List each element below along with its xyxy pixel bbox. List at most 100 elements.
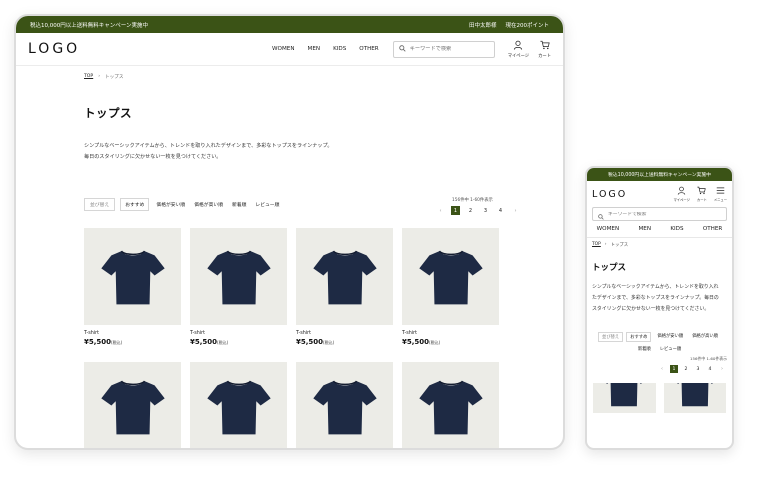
- mypage-button[interactable]: マイページ: [508, 40, 529, 59]
- mobile-pagination-page-1[interactable]: 1: [670, 365, 678, 374]
- nav-item-other[interactable]: OTHER: [359, 46, 378, 52]
- result-count: 156件中 1-60件表示: [452, 198, 493, 203]
- category-nav: WOMEN MEN KIDS OTHER: [272, 46, 379, 52]
- pagination-page-3[interactable]: 3: [481, 206, 490, 215]
- promo-bar: 税込10,000円以上送料無料キャンペーン実施中 田中太郎様 現在200ポイント: [16, 16, 563, 33]
- nav-item-women[interactable]: WOMEN: [272, 46, 294, 52]
- mobile-pagination: ‹ 1 2 3 4 ›: [587, 362, 732, 374]
- tshirt-image: [676, 383, 713, 407]
- search-icon: [598, 205, 604, 224]
- pagination-page-4[interactable]: 4: [496, 206, 505, 215]
- tshirt-image: [100, 380, 165, 435]
- breadcrumb-separator: ›: [98, 74, 101, 79]
- sort-option-newest[interactable]: 新着順: [230, 199, 248, 210]
- mobile-header: LOGO マイページ カート メニュー: [587, 181, 732, 207]
- product-image[interactable]: [402, 362, 499, 448]
- product-grid: T-shirt ¥5,500(税込) T-shirt ¥5,500(税込) T-…: [84, 228, 499, 346]
- mobile-result-count: 156件中 1-60件表示: [690, 356, 727, 362]
- tshirt-image: [312, 250, 377, 304]
- product-card[interactable]: T-shirt ¥5,500(税込): [84, 228, 181, 346]
- product-image[interactable]: [84, 362, 181, 448]
- product-name[interactable]: T-shirt: [402, 331, 499, 336]
- product-name[interactable]: T-shirt: [296, 331, 393, 336]
- tshirt-image: [418, 380, 483, 435]
- site-logo[interactable]: LOGO: [28, 41, 80, 57]
- mobile-breadcrumb: TOP › トップス: [587, 238, 732, 252]
- breadcrumb-current: トップス: [105, 75, 124, 80]
- mobile-pagination-prev-button[interactable]: ‹: [658, 365, 666, 373]
- product-card[interactable]: T-shirt ¥5,500(税込): [190, 228, 287, 346]
- product-image[interactable]: [190, 228, 287, 325]
- mobile-sort-option-price-desc[interactable]: 価格が高い順: [689, 332, 721, 342]
- mobile-pagination-next-button[interactable]: ›: [718, 365, 726, 373]
- mobile-sort-option-price-asc[interactable]: 価格が安い順: [654, 332, 686, 342]
- tax-note: (税込): [217, 340, 229, 345]
- tax-note: (税込): [111, 340, 123, 345]
- page-title: トップス: [84, 106, 132, 120]
- nav-item-men[interactable]: MEN: [308, 46, 321, 52]
- mobile-breadcrumb-top-link[interactable]: TOP: [592, 242, 601, 248]
- promo-text: 税込10,000円以上送料無料キャンペーン実施中: [30, 22, 148, 29]
- pagination-page-2[interactable]: 2: [466, 206, 475, 215]
- product-card[interactable]: T-shirt ¥5,500(税込): [296, 228, 393, 346]
- sort-label: 並び替え: [84, 198, 116, 211]
- product-image[interactable]: [84, 228, 181, 325]
- mobile-nav-item-women[interactable]: WOMEN: [597, 226, 619, 232]
- search-input[interactable]: [409, 46, 489, 52]
- mobile-pagination-page-2[interactable]: 2: [682, 365, 690, 373]
- mobile-sort-bar: 並び替え おすすめ 価格が安い順 価格が高い順 新着順 レビュー順: [587, 314, 732, 353]
- description-line-1: シンプルなベーシックアイテムから、トレンドを取り入れたデザインまで、多彩なトップ…: [84, 143, 333, 149]
- mobile-mypage-button[interactable]: マイページ: [674, 186, 690, 202]
- sort-option-recommended[interactable]: おすすめ: [120, 198, 150, 211]
- pagination: ‹ 1 2 3 4 ›: [436, 206, 520, 215]
- sort-option-price-desc[interactable]: 価格が高い順: [192, 199, 225, 210]
- product-image[interactable]: [663, 383, 726, 414]
- product-name[interactable]: T-shirt: [190, 331, 287, 336]
- pagination-prev-button[interactable]: ‹: [436, 206, 445, 215]
- mobile-promo-bar: 税込10,000円以上送料無料キャンペーン実施中: [587, 168, 732, 181]
- mobile-nav-item-kids[interactable]: KIDS: [670, 226, 683, 232]
- product-image[interactable]: [190, 362, 287, 448]
- description-line-2: 毎日のスタイリングに欠かせない一枚を見つけてください。: [84, 153, 222, 160]
- product-price: ¥5,500: [402, 338, 430, 346]
- nav-item-kids[interactable]: KIDS: [333, 46, 346, 52]
- mobile-site-logo[interactable]: LOGO: [592, 189, 627, 200]
- search-box[interactable]: [392, 40, 495, 58]
- mobile-menu-button[interactable]: メニュー: [714, 186, 727, 202]
- mobile-sort-option-newest[interactable]: 新着順: [635, 345, 654, 353]
- sort-option-price-asc[interactable]: 価格が安い順: [154, 199, 187, 210]
- product-image[interactable]: [296, 228, 393, 325]
- cart-icon: [539, 40, 550, 52]
- mobile-search-input[interactable]: [608, 211, 718, 217]
- product-card[interactable]: T-shirt ¥5,500(税込): [402, 228, 499, 346]
- product-price: ¥5,500: [296, 338, 324, 346]
- mobile-breadcrumb-current: トップス: [610, 243, 629, 248]
- site-header: LOGO WOMEN MEN KIDS OTHER マイページ: [16, 33, 563, 66]
- product-image[interactable]: [296, 362, 393, 448]
- mobile-cart-button[interactable]: カート: [697, 186, 707, 202]
- tshirt-image: [606, 383, 643, 407]
- mobile-pagination-page-3[interactable]: 3: [694, 365, 702, 373]
- product-image[interactable]: [593, 383, 656, 414]
- cart-label: カート: [538, 53, 551, 59]
- mobile-category-nav: WOMEN MEN KIDS OTHER: [587, 221, 732, 238]
- sort-option-reviews[interactable]: レビュー順: [253, 199, 281, 210]
- breadcrumb-separator: ›: [604, 242, 607, 247]
- tshirt-image: [312, 380, 377, 435]
- user-name[interactable]: 田中太郎様: [469, 21, 497, 29]
- breadcrumb-top-link[interactable]: TOP: [84, 74, 93, 80]
- pagination-page-1[interactable]: 1: [451, 206, 460, 215]
- mobile-nav-item-other[interactable]: OTHER: [703, 226, 722, 232]
- sort-bar: 並び替え おすすめ 価格が安い順 価格が高い順 新着順 レビュー順: [84, 198, 281, 211]
- mobile-sort-option-recommended[interactable]: おすすめ: [626, 332, 652, 343]
- mobile-pagination-page-4[interactable]: 4: [706, 365, 714, 373]
- cart-button[interactable]: カート: [538, 40, 551, 59]
- product-image[interactable]: [402, 228, 499, 325]
- mobile-sort-option-reviews[interactable]: レビュー順: [657, 345, 684, 353]
- pagination-next-button[interactable]: ›: [511, 206, 520, 215]
- mobile-search-box[interactable]: [592, 207, 727, 221]
- user-icon: [677, 186, 686, 196]
- mobile-nav-item-men[interactable]: MEN: [638, 226, 651, 232]
- mobile-page-title: トップス: [592, 263, 627, 273]
- product-name[interactable]: T-shirt: [84, 331, 181, 336]
